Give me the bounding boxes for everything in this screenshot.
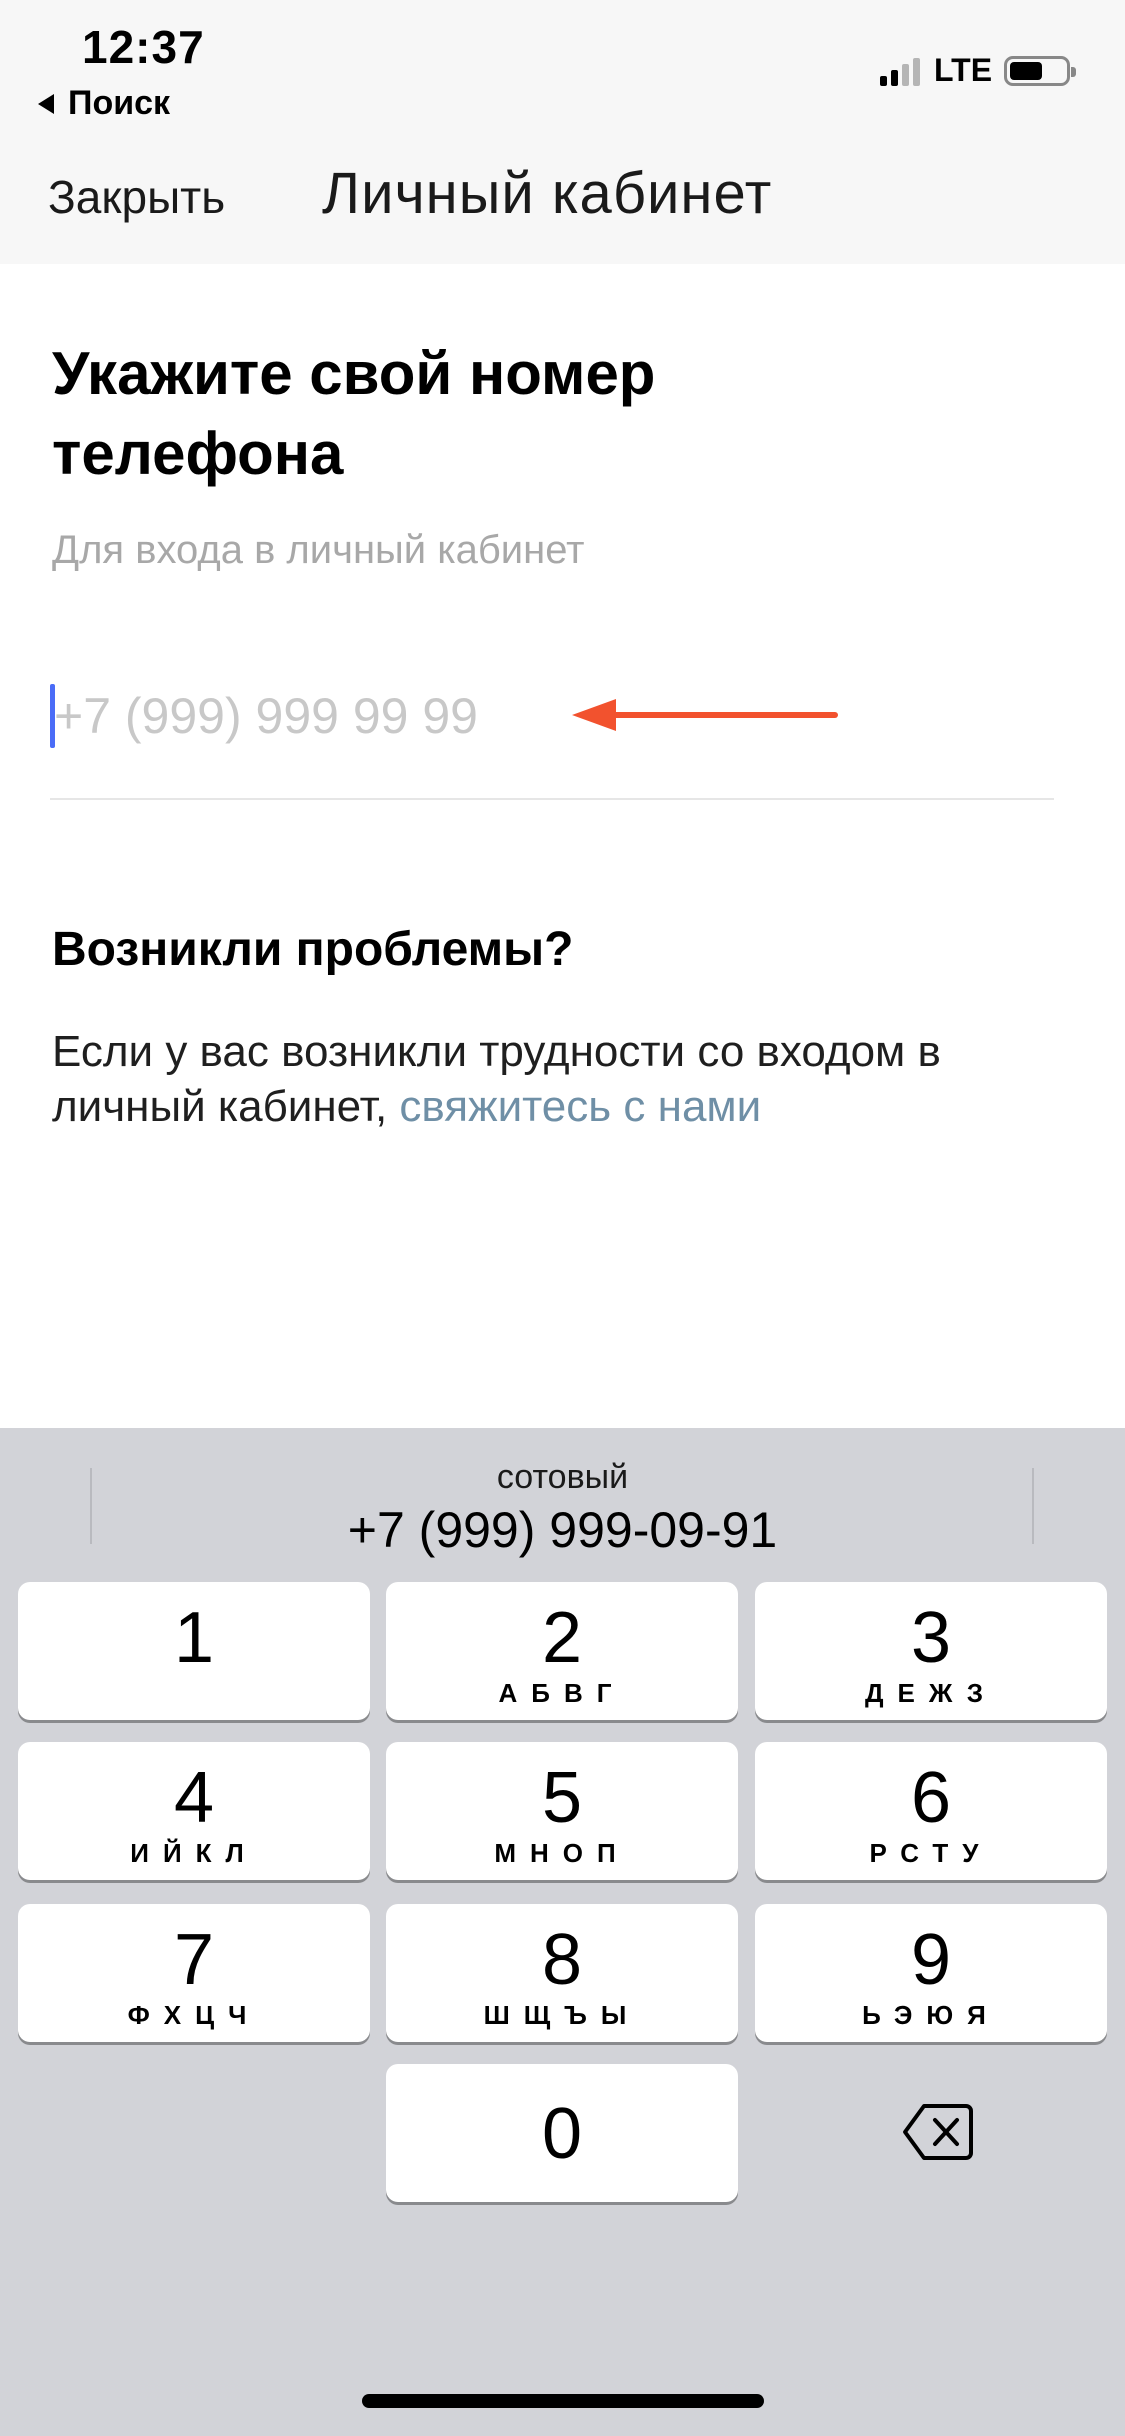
- network-label: LTE: [934, 52, 993, 88]
- nav-title: Личный кабинет: [322, 161, 773, 226]
- home-indicator[interactable]: [362, 2394, 764, 2408]
- phone-input[interactable]: [54, 680, 574, 752]
- key-letters: ФХЦЧ: [127, 2000, 261, 2030]
- key-digit: 8: [541, 1920, 583, 2000]
- key-letters: РСТУ: [869, 1838, 993, 1868]
- key-letters: ЬЭЮЯ: [862, 2000, 1000, 2030]
- close-button[interactable]: Закрыть: [48, 170, 225, 224]
- contact-us-link[interactable]: свяжитесь с нами: [399, 1082, 761, 1131]
- key-digit: 3: [910, 1598, 952, 1678]
- suggestion-divider: [1032, 1468, 1034, 1544]
- key-digit: 9: [910, 1920, 952, 2000]
- backspace-icon: [903, 2104, 973, 2160]
- suggestion-divider: [90, 1468, 92, 1544]
- key-letters: МНОП: [494, 1838, 630, 1868]
- signal-strength-icon: [880, 56, 920, 86]
- key-letters: ДЕЖЗ: [865, 1678, 997, 1708]
- key-letters: АБВГ: [498, 1678, 626, 1708]
- key-digit: 4: [173, 1758, 215, 1838]
- problems-title: Возникли проблемы?: [52, 923, 574, 976]
- key-digit: 6: [910, 1758, 952, 1838]
- key-digit: 2: [541, 1598, 583, 1678]
- key-2[interactable]: 2 АБВГ: [386, 1582, 738, 1720]
- key-1[interactable]: 1: [18, 1582, 370, 1720]
- arrow-left-icon: [572, 699, 838, 731]
- phone-field[interactable]: [50, 680, 1054, 800]
- key-8[interactable]: 8 ШЩЪЫ: [386, 1904, 738, 2042]
- status-indicators: LTE: [880, 52, 1077, 88]
- top-bar: 12:37 Поиск LTE Закрыть Личный кабинет: [0, 0, 1125, 264]
- key-7[interactable]: 7 ФХЦЧ: [18, 1904, 370, 2042]
- suggestion-label: сотовый: [496, 1458, 629, 1496]
- key-digit: 0: [541, 2094, 583, 2174]
- key-3[interactable]: 3 ДЕЖЗ: [755, 1582, 1107, 1720]
- text-cursor: [50, 684, 55, 748]
- key-digit: 5: [541, 1758, 583, 1838]
- key-6[interactable]: 6 РСТУ: [755, 1742, 1107, 1880]
- problems-text: Если у вас возникли трудности со входом …: [52, 1024, 1052, 1134]
- key-4[interactable]: 4 ИЙКЛ: [18, 1742, 370, 1880]
- status-time: 12:37: [82, 21, 205, 73]
- contact-suggestion[interactable]: сотовый +7 (999) 999-09-91: [200, 1458, 925, 1559]
- back-triangle-icon: [38, 93, 54, 114]
- back-app-label: Поиск: [68, 84, 171, 122]
- key-digit: 1: [173, 1598, 215, 1678]
- page-heading: Укажите свой номер телефона: [52, 340, 656, 487]
- page-subtitle: Для входа в личный кабинет: [52, 528, 585, 572]
- back-to-app-link[interactable]: Поиск: [38, 84, 170, 123]
- key-digit: 7: [173, 1920, 215, 2000]
- key-5[interactable]: 5 МНОП: [386, 1742, 738, 1880]
- key-letters: ШЩЪЫ: [483, 2000, 641, 2030]
- key-9[interactable]: 9 ЬЭЮЯ: [755, 1904, 1107, 2042]
- battery-icon: [1004, 56, 1077, 86]
- key-0[interactable]: 0: [386, 2064, 738, 2202]
- key-letters: ИЙКЛ: [130, 1838, 258, 1868]
- backspace-key[interactable]: [858, 2072, 1018, 2192]
- suggestion-number: +7 (999) 999-09-91: [347, 1502, 778, 1558]
